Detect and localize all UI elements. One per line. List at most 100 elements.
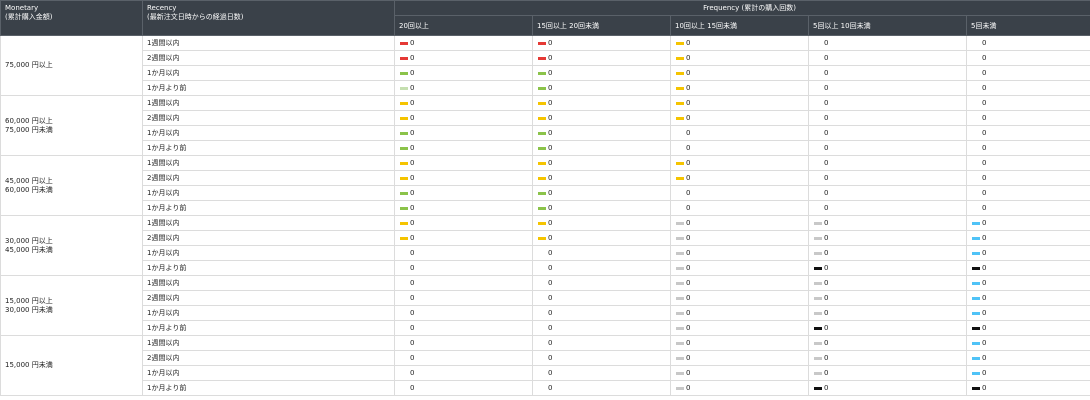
- frequency-value-cell: 0: [965, 380, 1090, 396]
- customer-count: 0: [824, 54, 829, 62]
- table-row: 1か月以内 0 0 0 0 0: [1, 245, 1090, 261]
- recency-label-cell: 1週間以内: [142, 155, 395, 171]
- customer-count: 0: [548, 384, 553, 392]
- segment-color-marker: [400, 131, 408, 135]
- customer-count: 0: [824, 129, 829, 137]
- segment-color-marker: [814, 326, 822, 330]
- customer-count: 0: [982, 54, 987, 62]
- segment-color-marker: [538, 236, 546, 240]
- segment-color-marker: [538, 71, 546, 75]
- frequency-value-cell: 0: [965, 95, 1090, 111]
- frequency-value-cell: 0: [808, 230, 967, 246]
- table-row: 2週間以内 0 0 0 0 0: [1, 50, 1090, 66]
- customer-count: 0: [548, 294, 553, 302]
- recency-label-cell: 1か月以内: [142, 185, 395, 201]
- frequency-value-cell: 0: [808, 170, 967, 186]
- customer-count: 0: [410, 159, 415, 167]
- frequency-value-cell: 0: [670, 260, 809, 276]
- frequency-value-cell: 0: [808, 350, 967, 366]
- table-row: 1か月より前 0 0 0 0 0: [1, 80, 1090, 96]
- frequency-value-cell: 0: [532, 290, 671, 306]
- customer-count: 0: [686, 69, 691, 77]
- customer-count: 0: [410, 54, 415, 62]
- recency-label-cell: 1か月以内: [142, 125, 395, 141]
- customer-count: 0: [686, 354, 691, 362]
- recency-label-cell: 1週間以内: [142, 35, 395, 51]
- frequency-value-cell: 0: [670, 170, 809, 186]
- customer-count: 0: [548, 69, 553, 77]
- customer-count: 0: [824, 99, 829, 107]
- table-row: 1か月より前 0 0 0 0 0: [1, 140, 1090, 156]
- customer-count: 0: [982, 339, 987, 347]
- segment-color-marker: [972, 371, 980, 375]
- customer-count: 0: [548, 354, 553, 362]
- customer-count: 0: [410, 69, 415, 77]
- frequency-value-cell: 0: [808, 140, 967, 156]
- table-row: 1か月以内 0 0 0 0 0: [1, 185, 1090, 201]
- frequency-header: Frequency (累計の購入回数): [393, 0, 1090, 17]
- frequency-value-cell: 0: [532, 65, 671, 81]
- monetary-header: Monetary (累計購入金額): [0, 0, 143, 36]
- customer-count: 0: [982, 99, 987, 107]
- frequency-value-cell: 0: [394, 275, 533, 291]
- frequency-value-cell: 0: [670, 215, 809, 231]
- monetary-range-label: 30,000 円未満: [5, 305, 53, 314]
- recency-label-cell: 2週間以内: [142, 170, 395, 186]
- frequency-value-cell: 0: [808, 125, 967, 141]
- customer-count: 0: [982, 189, 987, 197]
- customer-count: 0: [686, 234, 691, 242]
- frequency-value-cell: 0: [670, 155, 809, 171]
- recency-label-cell: 1か月以内: [142, 65, 395, 81]
- segment-color-marker: [814, 266, 822, 270]
- frequency-value-cell: 0: [394, 95, 533, 111]
- customer-count: 0: [686, 54, 691, 62]
- frequency-value-cell: 0: [532, 260, 671, 276]
- frequency-value-cell: 0: [808, 35, 967, 51]
- segment-color-marker: [676, 386, 684, 390]
- table-row: 1か月より前 0 0 0 0 0: [1, 380, 1090, 396]
- customer-count: 0: [982, 264, 987, 272]
- frequency-value-cell: 0: [670, 290, 809, 306]
- recency-label-cell: 2週間以内: [142, 50, 395, 66]
- frequency-value-cell: 0: [394, 35, 533, 51]
- segment-color-marker: [814, 296, 822, 300]
- customer-count: 0: [982, 129, 987, 137]
- segment-color-marker: [400, 236, 408, 240]
- frequency-value-cell: 0: [394, 65, 533, 81]
- segment-color-marker: [538, 41, 546, 45]
- customer-count: 0: [824, 294, 829, 302]
- recency-label-cell: 1週間以内: [142, 95, 395, 111]
- customer-count: 0: [410, 99, 415, 107]
- customer-count: 0: [410, 354, 415, 362]
- monetary-range-label: 15,000 円未満: [5, 361, 53, 369]
- rfm-table: Monetary (累計購入金額) Recency (最新注文日時からの経過日数…: [0, 0, 1090, 396]
- segment-color-marker: [676, 326, 684, 330]
- frequency-value-cell: 0: [808, 245, 967, 261]
- customer-count: 0: [824, 114, 829, 122]
- customer-count: 0: [548, 204, 553, 212]
- segment-color-marker: [972, 386, 980, 390]
- frequency-value-cell: 0: [965, 125, 1090, 141]
- segment-color-marker: [676, 101, 684, 105]
- table-row: 1か月以内 0 0 0 0 0: [1, 305, 1090, 321]
- customer-count: 0: [410, 294, 415, 302]
- monetary-range-cell: 45,000 円以上 60,000 円未満: [0, 155, 143, 216]
- segment-color-marker: [400, 146, 408, 150]
- table-row: 45,000 円以上 60,000 円未満 1週間以内 0 0 0 0 0: [0, 155, 1090, 216]
- segment-color-marker: [814, 236, 822, 240]
- segment-color-marker: [676, 71, 684, 75]
- customer-count: 0: [686, 369, 691, 377]
- frequency-value-cell: 0: [532, 185, 671, 201]
- customer-count: 0: [410, 189, 415, 197]
- customer-count: 0: [982, 324, 987, 332]
- frequency-value-cell: 0: [808, 80, 967, 96]
- frequency-value-cell: 0: [532, 380, 671, 396]
- customer-count: 0: [824, 339, 829, 347]
- monetary-range-cell: 15,000 円以上 30,000 円未満: [0, 275, 143, 336]
- monetary-range-label: 45,000 円以上: [5, 176, 53, 185]
- frequency-value-cell: 0: [965, 230, 1090, 246]
- customer-count: 0: [824, 174, 829, 182]
- segment-color-marker: [538, 146, 546, 150]
- frequency-value-cell: 0: [394, 110, 533, 126]
- frequency-value-cell: 0: [965, 110, 1090, 126]
